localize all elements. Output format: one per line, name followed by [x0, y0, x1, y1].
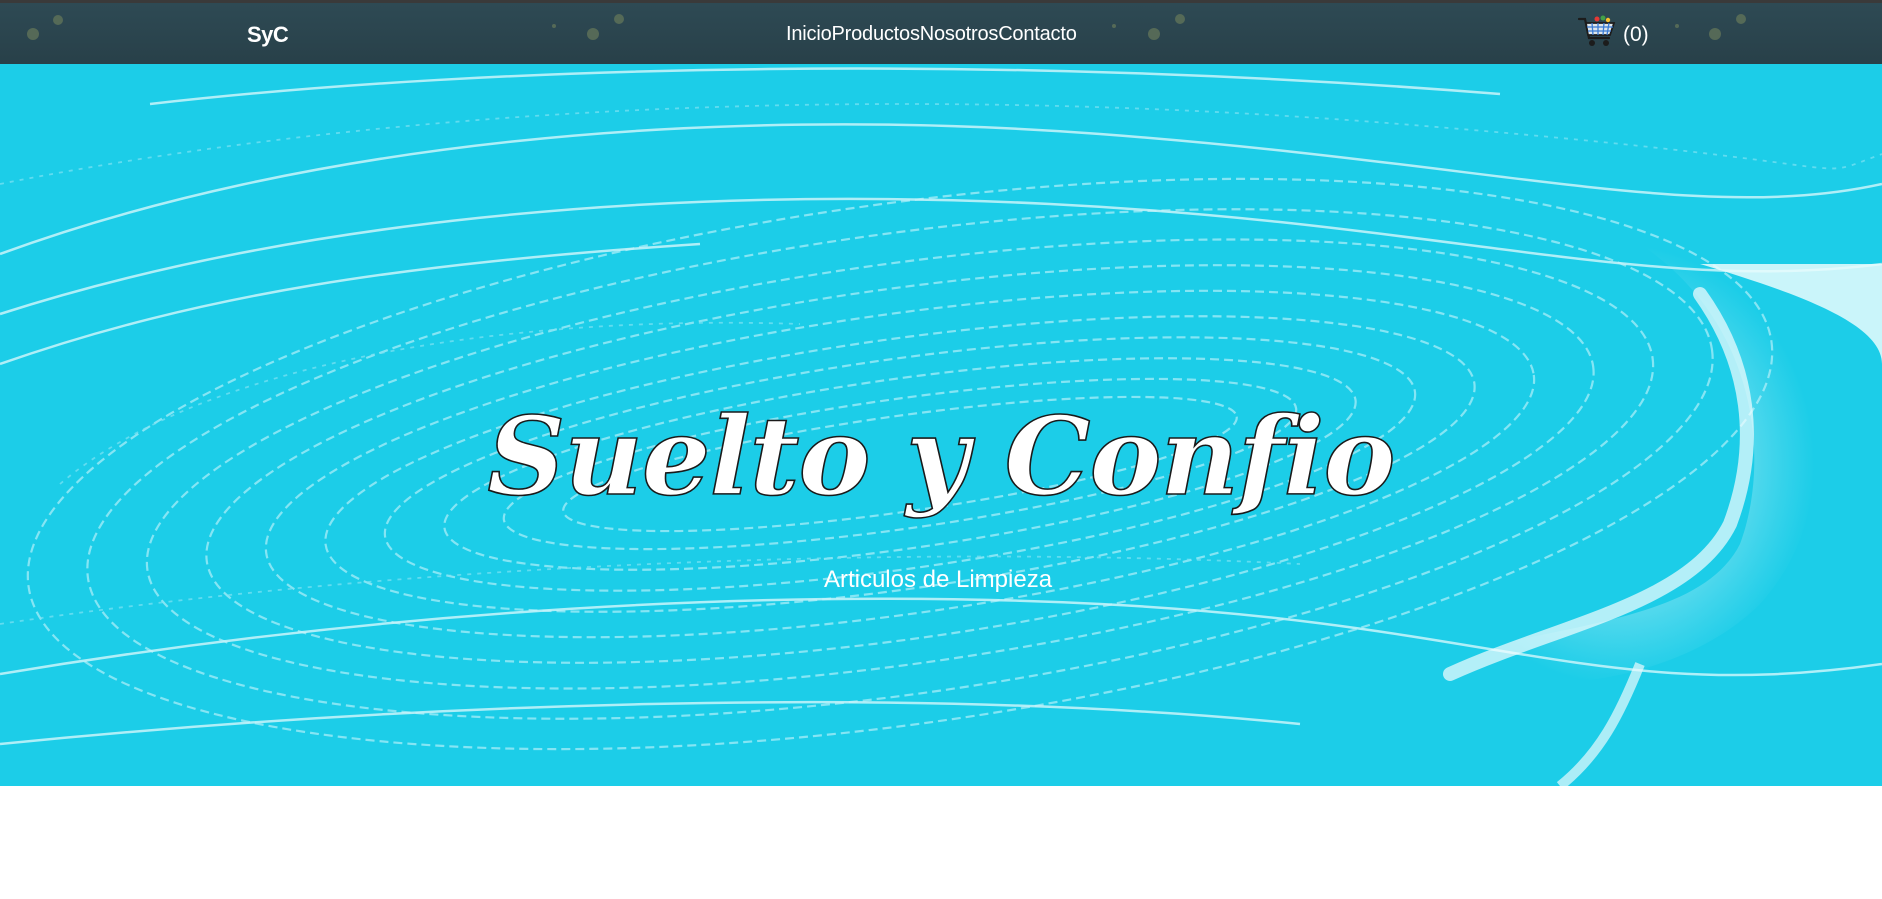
nav-link-contacto[interactable]: Contacto	[998, 23, 1077, 46]
hero-banner: Suelto y Confio Articulos de Limpieza	[0, 64, 1882, 786]
hero-subtitle: Articulos de Limpieza	[823, 566, 1053, 593]
nav-link-productos[interactable]: Productos	[832, 23, 920, 46]
brand-logo-link[interactable]: SyC	[247, 22, 289, 48]
navbar: SyC Inicio Productos Nosotros Contacto (…	[0, 3, 1882, 64]
hero-title: Suelto y Confio	[487, 393, 1397, 521]
cart-button[interactable]: (0)	[1577, 14, 1649, 55]
main-nav: Inicio Productos Nosotros Contacto	[786, 23, 1077, 46]
cart-count: (0)	[1623, 22, 1649, 46]
nav-link-inicio[interactable]: Inicio	[786, 23, 832, 46]
shopping-cart-icon	[1577, 14, 1617, 55]
nav-link-nosotros[interactable]: Nosotros	[920, 23, 999, 46]
